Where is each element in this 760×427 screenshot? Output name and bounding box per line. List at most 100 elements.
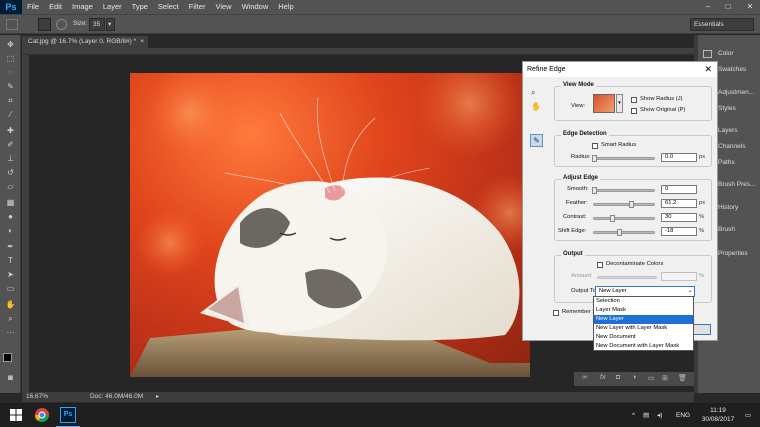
- shift-edge-input[interactable]: -18: [661, 227, 697, 236]
- contrast-slider[interactable]: [593, 215, 655, 222]
- lasso-tool-icon[interactable]: ◌: [4, 67, 17, 79]
- windows-start-icon[interactable]: [8, 407, 24, 423]
- refine-radius-tool-icon[interactable]: ✎: [530, 134, 543, 147]
- radius-slider-thumb[interactable]: [592, 155, 597, 162]
- foreground-color-swatch[interactable]: [3, 353, 12, 362]
- layer-mask-icon[interactable]: ◘: [616, 374, 620, 381]
- output-to-chevron-down-icon[interactable]: ⌄: [686, 287, 694, 296]
- menu-help[interactable]: Help: [273, 0, 298, 14]
- dialog-close-icon[interactable]: ✕: [704, 62, 712, 77]
- network-icon[interactable]: ▤: [643, 403, 649, 427]
- maximize-button[interactable]: □: [718, 0, 738, 14]
- brush-mode-icon[interactable]: [38, 18, 51, 31]
- size-dropdown-icon[interactable]: ▾: [106, 18, 115, 31]
- workspace-switcher[interactable]: Essentials: [690, 18, 754, 31]
- dropdown-option-new-document-with-mask[interactable]: New Document with Layer Mask: [594, 342, 693, 351]
- notifications-icon[interactable]: ▭: [745, 403, 751, 427]
- menu-image[interactable]: Image: [67, 0, 98, 14]
- eyedropper-tool-icon[interactable]: ⁄: [4, 109, 17, 121]
- new-group-icon[interactable]: ▭: [648, 374, 655, 382]
- hand-tool-icon-dialog[interactable]: ✋: [531, 102, 541, 111]
- clone-stamp-tool-icon[interactable]: ⊥: [4, 153, 17, 165]
- dropdown-option-new-document[interactable]: New Document: [594, 333, 693, 342]
- edge-detection-group: Edge Detection Smart Radius Radius: 0.0 …: [554, 131, 712, 167]
- dropdown-option-selection[interactable]: Selection: [594, 297, 693, 306]
- dropdown-option-new-layer-with-mask[interactable]: New Layer with Layer Mask: [594, 324, 693, 333]
- new-layer-icon[interactable]: ⊞: [662, 374, 668, 382]
- view-mode-title: View Mode: [561, 82, 596, 88]
- shape-tool-icon[interactable]: ▭: [4, 283, 17, 295]
- menu-window[interactable]: Window: [237, 0, 274, 14]
- zoom-tool-icon[interactable]: ⌕: [4, 313, 17, 325]
- menu-filter[interactable]: Filter: [184, 0, 211, 14]
- marquee-tool-icon[interactable]: ⬚: [4, 53, 17, 65]
- dodge-tool-icon[interactable]: ◐: [4, 225, 17, 237]
- tool-preset-icon[interactable]: [6, 19, 18, 30]
- minimize-button[interactable]: –: [698, 0, 718, 14]
- view-mode-dropdown-icon[interactable]: ▾: [616, 94, 623, 113]
- clock-time[interactable]: 11:19: [700, 407, 736, 414]
- document-tab-close-icon[interactable]: ×: [140, 36, 144, 48]
- cat-photo[interactable]: [130, 73, 530, 377]
- smooth-input[interactable]: 0: [661, 185, 697, 194]
- zoom-tool-icon-dialog[interactable]: ⌕: [531, 88, 535, 98]
- crop-tool-icon[interactable]: ⌗: [4, 95, 17, 107]
- show-radius-checkbox[interactable]: [631, 97, 637, 103]
- dropdown-option-layer-mask[interactable]: Layer Mask: [594, 306, 693, 315]
- delete-layer-icon[interactable]: 🗑: [678, 374, 687, 382]
- menu-layer[interactable]: Layer: [98, 0, 127, 14]
- quick-selection-tool-icon[interactable]: ✎: [4, 81, 17, 93]
- chrome-icon[interactable]: [34, 407, 50, 423]
- smooth-slider[interactable]: [592, 187, 655, 194]
- feather-slider-thumb[interactable]: [629, 201, 635, 208]
- radius-input[interactable]: 0.0: [661, 153, 697, 162]
- quick-mask-icon[interactable]: ◙: [4, 372, 17, 384]
- eraser-tool-icon[interactable]: ▱: [4, 181, 17, 193]
- radius-slider[interactable]: [592, 155, 655, 162]
- contrast-input[interactable]: 30: [661, 213, 697, 222]
- remember-settings-checkbox[interactable]: [553, 310, 559, 316]
- move-tool-icon[interactable]: ✥: [4, 39, 17, 51]
- photoshop-taskbar-icon[interactable]: Ps: [60, 407, 76, 423]
- smart-radius-checkbox[interactable]: [592, 143, 598, 149]
- brush-tool-icon[interactable]: ✐: [4, 139, 17, 151]
- clock-date[interactable]: 30/08/2017: [700, 416, 736, 423]
- status-arrow-icon[interactable]: ▸: [156, 392, 159, 402]
- shift-edge-slider-thumb[interactable]: [616, 229, 622, 236]
- volume-icon[interactable]: ◂): [657, 403, 662, 427]
- more-tools-icon[interactable]: ···: [4, 327, 17, 339]
- view-mode-thumbnail[interactable]: [593, 94, 615, 113]
- tray-overflow-icon[interactable]: ^: [632, 403, 635, 427]
- show-original-checkbox[interactable]: [631, 108, 637, 114]
- menu-select[interactable]: Select: [153, 0, 184, 14]
- adjustment-layer-icon[interactable]: ◑: [632, 374, 636, 381]
- close-window-button[interactable]: ✕: [740, 0, 760, 14]
- size-input[interactable]: 35: [89, 18, 105, 31]
- type-tool-icon[interactable]: T: [4, 255, 17, 267]
- feather-slider[interactable]: [593, 201, 655, 208]
- blur-tool-icon[interactable]: ●: [4, 211, 17, 223]
- brush-icon[interactable]: [56, 19, 67, 30]
- gradient-tool-icon[interactable]: ▦: [4, 197, 17, 209]
- menu-type[interactable]: Type: [127, 0, 153, 14]
- menu-edit[interactable]: Edit: [44, 0, 67, 14]
- zoom-level[interactable]: 16.67%: [26, 392, 48, 402]
- history-brush-tool-icon[interactable]: ↺: [4, 167, 17, 179]
- pen-tool-icon[interactable]: ✒: [4, 241, 17, 253]
- adjust-edge-title: Adjust Edge: [561, 175, 601, 181]
- decontaminate-checkbox[interactable]: [597, 262, 603, 268]
- dropdown-option-new-layer[interactable]: New Layer: [594, 315, 693, 324]
- healing-brush-tool-icon[interactable]: ✚: [4, 125, 17, 137]
- layer-style-icon[interactable]: fx: [600, 374, 605, 381]
- document-tab[interactable]: Cat.jpg @ 16.7% (Layer 0, RGB/8#) * ×: [22, 36, 148, 48]
- path-selection-tool-icon[interactable]: ➤: [4, 269, 17, 281]
- menu-file[interactable]: File: [22, 0, 44, 14]
- input-language[interactable]: ENG: [676, 403, 690, 427]
- contrast-slider-thumb[interactable]: [610, 215, 615, 222]
- smooth-slider-thumb[interactable]: [592, 187, 597, 194]
- hand-tool-icon[interactable]: ✋: [4, 299, 17, 311]
- feather-input[interactable]: 61.2: [661, 199, 697, 208]
- link-layers-icon[interactable]: ∞: [582, 374, 587, 381]
- menu-view[interactable]: View: [210, 0, 236, 14]
- shift-edge-slider[interactable]: [593, 229, 655, 236]
